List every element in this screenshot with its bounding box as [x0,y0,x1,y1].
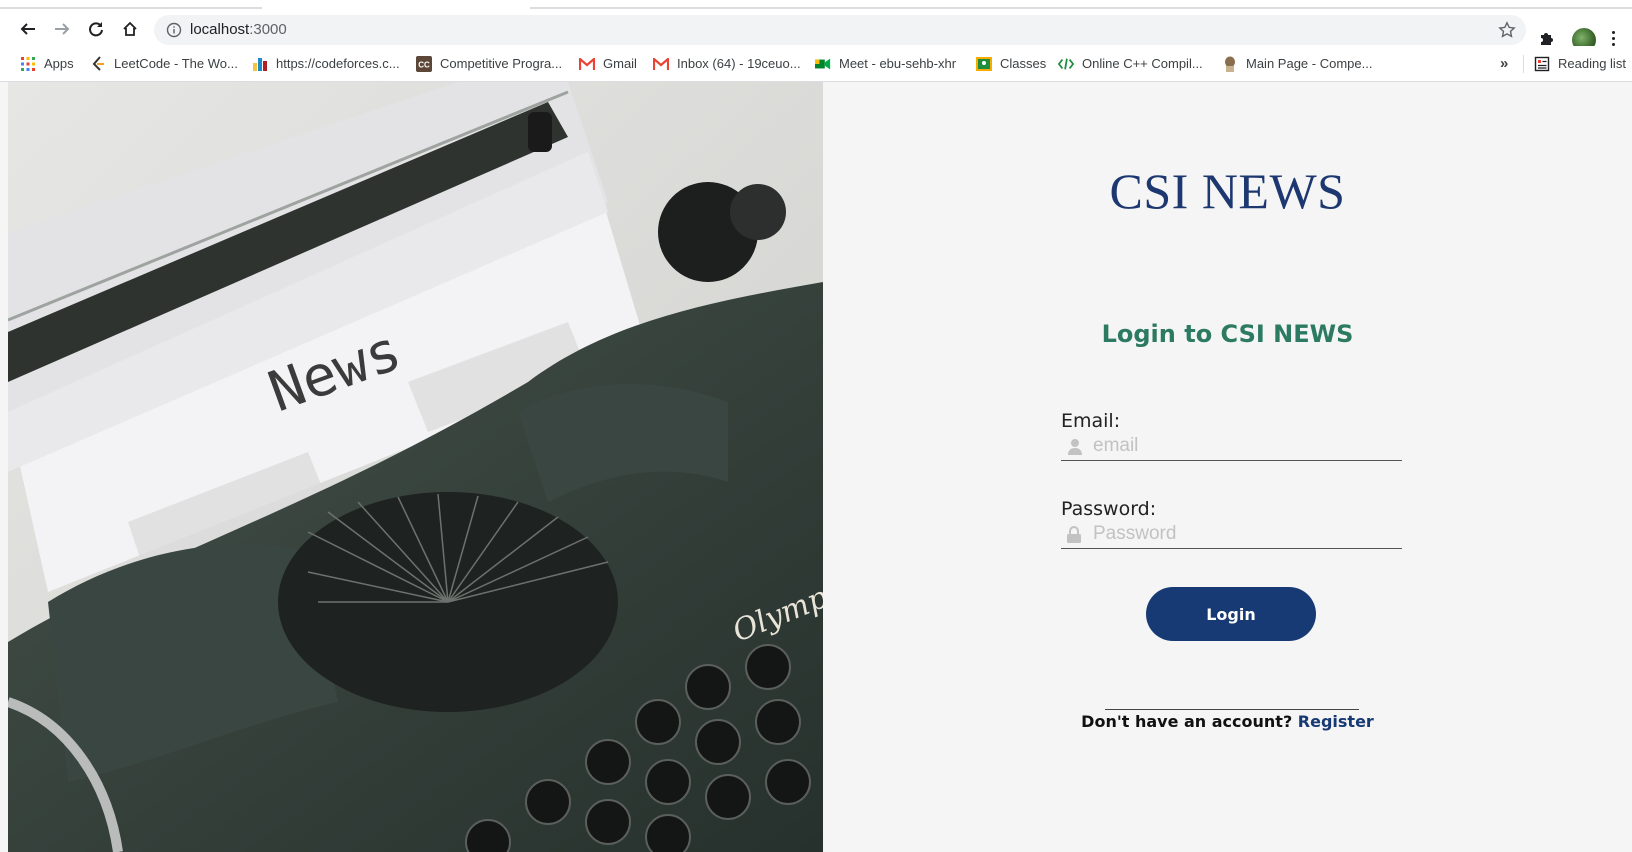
bookmarks-overflow-button[interactable]: » [1500,46,1508,81]
bookmark-meet[interactable]: Meet - ebu-sehb-xhr [815,46,956,81]
register-link[interactable]: Register [1298,712,1374,731]
bookmark-star-icon[interactable] [1498,21,1516,39]
no-account-text: Don't have an account? [1081,712,1293,731]
bookmarks-divider [1523,55,1524,73]
meet-camera-icon [815,56,831,72]
bookmark-competitive-programming[interactable]: CC Competitive Progra... [416,46,562,81]
apps-grid-icon [20,56,36,72]
bookmark-gmail[interactable]: Gmail [579,46,637,81]
bookmark-label: Apps [44,56,74,71]
password-label: Password: [1061,498,1157,520]
bookmark-apps[interactable]: Apps [20,46,74,81]
address-bar[interactable]: localhost:3000 [154,15,1526,45]
back-button[interactable] [15,16,41,42]
bookmark-label: Competitive Progra... [440,56,563,71]
extensions-puzzle-icon[interactable] [1538,29,1556,47]
home-icon [123,21,137,36]
arrow-left-icon [20,23,35,35]
user-icon [1068,439,1082,455]
email-input[interactable] [1091,432,1395,460]
bookmark-label: Main Page - Compe... [1246,56,1373,71]
main-page-icon [1222,56,1238,72]
bookmark-label: https://codeforces.c... [276,56,400,71]
divider-line [1105,709,1359,710]
home-button[interactable] [117,16,143,42]
brand-title: CSI NEWS [1109,163,1346,219]
gmail-icon [653,56,669,72]
bookmark-label: Meet - ebu-sehb-xhr [839,56,957,71]
cc-icon: CC [416,55,432,72]
code-brackets-icon [1058,56,1074,72]
bookmark-label: Online C++ Compil... [1082,56,1203,71]
bookmark-label: Inbox (64) - 19ceuo... [677,56,801,71]
reading-list-button[interactable]: Reading list [1534,46,1626,81]
email-label: Email: [1061,410,1121,432]
page-content: News Olymp CSI NEWS Login to CSI NEWS Em… [0,82,1632,852]
info-icon [166,22,182,38]
gmail-icon [579,56,595,72]
reload-button[interactable] [83,16,109,42]
reading-list-label: Reading list [1558,56,1626,71]
bookmark-label: Gmail [603,56,637,71]
login-heading: Login to CSI NEWS [1101,320,1354,348]
bookmark-online-cpp[interactable]: Online C++ Compil... [1058,46,1203,81]
bookmarks-bar: Apps LeetCode - The Wo... https://codefo… [0,46,1632,82]
login-panel: CSI NEWS Login to CSI NEWS Email: Passwo… [823,82,1632,852]
bookmark-classes[interactable]: Classes [976,46,1046,81]
lock-icon [1067,526,1081,543]
browser-toolbar: localhost:3000 [0,12,1632,52]
arrow-right-icon [55,23,70,35]
login-button[interactable]: Login [1146,587,1316,641]
password-field [1061,518,1402,549]
bookmark-label: Classes [1000,56,1047,71]
reload-icon [89,22,103,37]
password-input[interactable] [1091,520,1395,548]
bookmark-main-page[interactable]: Main Page - Compe... [1222,46,1372,81]
tab-strip [0,0,1632,12]
register-prompt: Don't have an account? Register [823,712,1632,731]
typewriter-hero-image: News Olymp [8,82,823,852]
bookmark-inbox[interactable]: Inbox (64) - 19ceuo... [653,46,801,81]
bookmark-leetcode[interactable]: LeetCode - The Wo... [90,46,238,81]
bookmark-codeforces[interactable]: https://codeforces.c... [252,46,400,81]
leetcode-icon [90,55,106,72]
url-text: localhost:3000 [190,21,287,38]
bookmark-label: LeetCode - The Wo... [114,56,238,71]
svg-text:CC: CC [418,60,430,69]
codeforces-bars-icon [252,56,268,72]
email-field [1061,430,1402,461]
forward-button[interactable] [49,16,75,42]
classroom-icon [976,56,992,72]
reading-list-icon [1534,56,1550,72]
